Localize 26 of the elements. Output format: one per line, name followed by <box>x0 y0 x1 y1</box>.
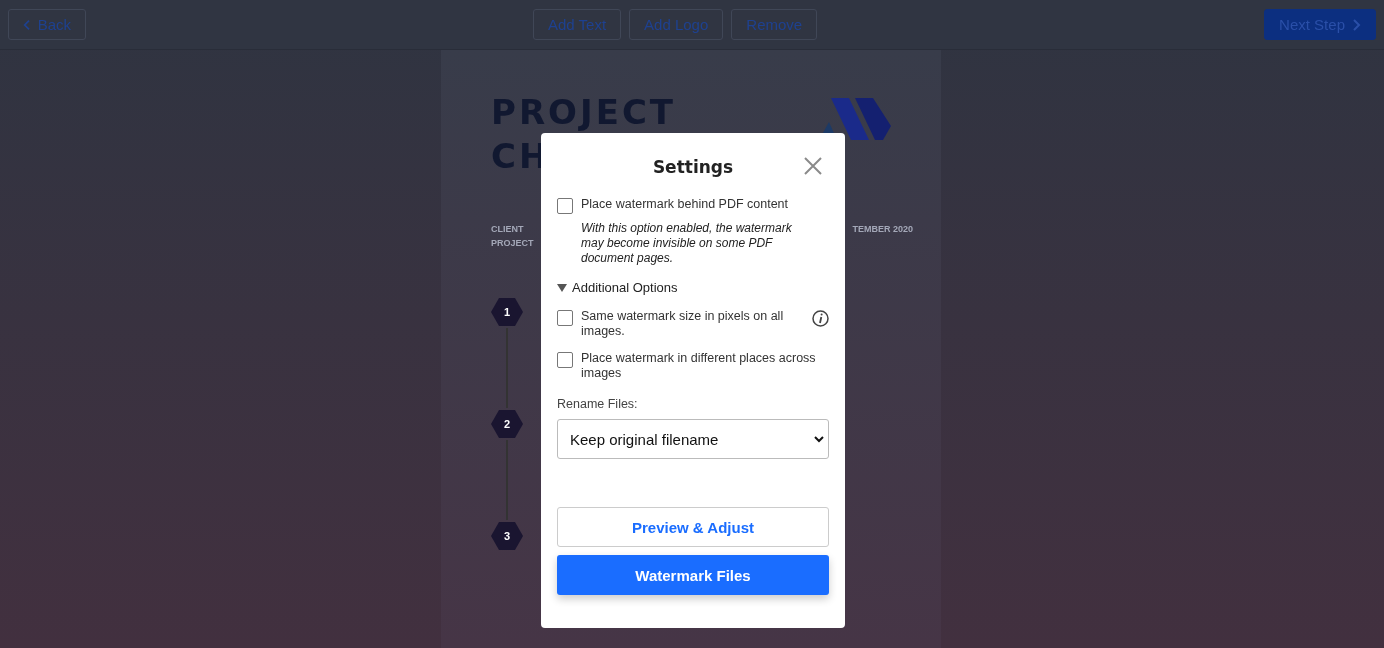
checkbox[interactable] <box>557 352 573 368</box>
checkbox[interactable] <box>557 310 573 326</box>
chevron-left-icon <box>23 17 32 32</box>
option-label: Place watermark in different places across images <box>581 351 817 381</box>
primary-button[interactable]: Watermark Files <box>557 555 829 595</box>
secondary-button[interactable]: Preview & Adjust <box>557 507 829 547</box>
option-note: With this option enabled, the watermark may become invisible on some PDF document pages. <box>581 221 793 266</box>
option-label: Same watermark size in pixels on all images. <box>581 309 785 339</box>
toolbar-button[interactable]: Add Text <box>532 9 622 40</box>
back-button[interactable]: Back <box>8 9 86 40</box>
dialog-title: Settings <box>652 157 734 177</box>
toolbar-button[interactable]: Add Logo <box>629 9 724 40</box>
info-icon[interactable] <box>812 310 829 327</box>
rename-select[interactable]: Keep original filename <box>557 419 829 459</box>
checkbox[interactable] <box>557 198 573 214</box>
rename-label: Rename Files: <box>557 397 639 411</box>
meta-label: CLIENT <box>491 224 525 234</box>
close-icon[interactable] <box>804 157 822 175</box>
meta-label: PROJECT <box>491 238 534 248</box>
date-text: TEMBER 2020 <box>852 224 913 236</box>
chevron-right-icon <box>1351 17 1361 32</box>
option-label: Place watermark behind PDF content <box>581 197 790 212</box>
additional-options-toggle[interactable]: Additional Options <box>557 280 829 295</box>
triangle-icon <box>557 282 567 293</box>
toolbar-button[interactable]: Remove <box>731 9 818 40</box>
chevron-down-icon <box>814 435 824 443</box>
